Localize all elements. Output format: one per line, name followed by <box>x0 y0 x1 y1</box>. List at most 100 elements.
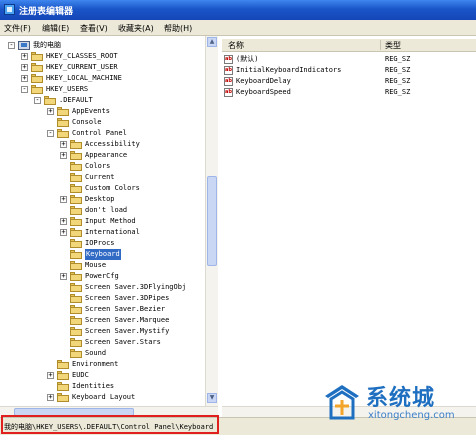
expand-plus-icon[interactable]: + <box>47 372 54 379</box>
tree-node[interactable]: Screen Saver.Marquee <box>0 315 205 326</box>
tree-node[interactable]: IOProcs <box>0 238 205 249</box>
tree-node-label[interactable]: Desktop <box>85 194 115 205</box>
tree-node-label[interactable]: Screen Saver.Stars <box>85 337 161 348</box>
tree-node[interactable]: Screen Saver.Mystify <box>0 326 205 337</box>
tree-node[interactable]: + Accessibility <box>0 139 205 150</box>
registry-value-row[interactable]: ab KeyboardSpeed REG_SZ <box>222 87 476 98</box>
tree-node[interactable]: - 我的电脑 <box>0 40 205 51</box>
collapse-minus-icon[interactable]: - <box>34 97 41 104</box>
tree-node[interactable]: Colors <box>0 161 205 172</box>
tree-node[interactable]: Screen Saver.3DPipes <box>0 293 205 304</box>
tree-node[interactable]: Sound <box>0 348 205 359</box>
tree-node-label[interactable]: Accessibility <box>85 139 140 150</box>
tree-node-label[interactable]: Screen Saver.Marquee <box>85 315 169 326</box>
tree-node-label[interactable]: Control Panel <box>72 128 127 139</box>
tree-node-label[interactable]: Input Method <box>85 216 136 227</box>
tree-node-label[interactable]: International <box>85 227 140 238</box>
tree-node[interactable]: Environment <box>0 359 205 370</box>
registry-value-row[interactable]: ab (默认) REG_SZ <box>222 54 476 65</box>
tree-node-label[interactable]: .DEFAULT <box>59 95 93 106</box>
tree-node-label[interactable]: Sound <box>85 348 106 359</box>
value-type: REG_SZ <box>385 77 411 85</box>
tree-node-label[interactable]: Screen Saver.3DPipes <box>85 293 169 304</box>
tree-node[interactable]: + AppEvents <box>0 106 205 117</box>
tree-node[interactable]: + HKEY_LOCAL_MACHINE <box>0 73 205 84</box>
expand-plus-icon[interactable]: + <box>47 394 54 401</box>
tree-node[interactable]: Identities <box>0 381 205 392</box>
column-divider[interactable] <box>380 40 381 50</box>
collapse-minus-icon[interactable]: - <box>8 42 15 49</box>
tree-node-label[interactable]: HKEY_LOCAL_MACHINE <box>46 73 122 84</box>
tree-node[interactable]: don't load <box>0 205 205 216</box>
tree-node-label[interactable]: Keyboard <box>85 249 121 260</box>
tree-node-label[interactable]: Mouse <box>85 260 106 271</box>
tree-node[interactable]: Screen Saver.3DFlyingObj <box>0 282 205 293</box>
menu-help[interactable]: 帮助(H) <box>164 23 192 34</box>
tree-node[interactable]: Keyboard <box>0 249 205 260</box>
expand-plus-icon[interactable]: + <box>21 75 28 82</box>
tree-node-label[interactable]: HKEY_CLASSES_ROOT <box>46 51 118 62</box>
tree-vertical-scrollbar[interactable]: ▲ ▼ <box>205 36 218 406</box>
tree-node-label[interactable]: HKEY_USERS <box>46 84 88 95</box>
tree-node[interactable]: + International <box>0 227 205 238</box>
column-header-name[interactable]: 名称 <box>228 40 244 51</box>
scroll-up-arrow-icon[interactable]: ▲ <box>207 37 217 47</box>
menu-edit[interactable]: 编辑(E) <box>42 23 69 34</box>
expand-plus-icon[interactable]: + <box>47 108 54 115</box>
tree-node[interactable]: + Desktop <box>0 194 205 205</box>
tree-node[interactable]: - Control Panel <box>0 128 205 139</box>
registry-value-row[interactable]: ab KeyboardDelay REG_SZ <box>222 76 476 87</box>
expand-plus-icon[interactable]: + <box>60 152 67 159</box>
collapse-minus-icon[interactable]: - <box>47 130 54 137</box>
tree-node-label[interactable]: Keyboard Layout <box>72 392 135 403</box>
tree-node-label[interactable]: Appearance <box>85 150 127 161</box>
registry-key-tree[interactable]: - 我的电脑 + HKEY_CLASSES_ROOT + HKEY_CURRENT_USE… <box>0 36 218 406</box>
tree-node-label[interactable]: Screen Saver.Mystify <box>85 326 169 337</box>
tree-node-label[interactable]: HKEY_CURRENT_USER <box>46 62 118 73</box>
menu-favorites[interactable]: 收藏夹(A) <box>118 23 154 34</box>
tree-node-label[interactable]: EUDC <box>72 370 89 381</box>
tree-node[interactable]: Current <box>0 172 205 183</box>
tree-node-label[interactable]: Console <box>72 117 102 128</box>
tree-node[interactable]: + Input Method <box>0 216 205 227</box>
tree-scroll-thumb[interactable] <box>207 176 217 266</box>
tree-node[interactable]: + EUDC <box>0 370 205 381</box>
tree-node[interactable]: Screen Saver.Stars <box>0 337 205 348</box>
tree-node-label[interactable]: Environment <box>72 359 118 370</box>
tree-node[interactable]: Custom Colors <box>0 183 205 194</box>
expand-plus-icon[interactable]: + <box>60 229 67 236</box>
tree-node[interactable]: - HKEY_USERS <box>0 84 205 95</box>
registry-value-row[interactable]: ab InitialKeyboardIndicators REG_SZ <box>222 65 476 76</box>
tree-node-label[interactable]: Screen Saver.Bezier <box>85 304 165 315</box>
scroll-down-arrow-icon[interactable]: ▼ <box>207 393 217 403</box>
tree-node[interactable]: + Appearance <box>0 150 205 161</box>
column-header-type[interactable]: 类型 <box>385 40 401 51</box>
tree-node[interactable]: + HKEY_CURRENT_USER <box>0 62 205 73</box>
tree-node-label[interactable]: PowerCfg <box>85 271 119 282</box>
tree-node[interactable]: Mouse <box>0 260 205 271</box>
tree-node-label[interactable]: Identities <box>72 381 114 392</box>
tree-node-label[interactable]: Current <box>85 172 115 183</box>
tree-node-label[interactable]: Colors <box>85 161 110 172</box>
tree-node[interactable]: - .DEFAULT <box>0 95 205 106</box>
expand-plus-icon[interactable]: + <box>60 218 67 225</box>
expand-plus-icon[interactable]: + <box>60 196 67 203</box>
tree-node-label[interactable]: AppEvents <box>72 106 110 117</box>
expand-plus-icon[interactable]: + <box>21 53 28 60</box>
tree-node-label[interactable]: don't load <box>85 205 127 216</box>
tree-node-label[interactable]: IOProcs <box>85 238 115 249</box>
menu-file[interactable]: 文件(F) <box>4 23 31 34</box>
menu-view[interactable]: 查看(V) <box>80 23 108 34</box>
tree-node-label[interactable]: Custom Colors <box>85 183 140 194</box>
tree-node-label[interactable]: 我的电脑 <box>33 40 61 51</box>
tree-node[interactable]: + Keyboard Layout <box>0 392 205 403</box>
tree-node[interactable]: + HKEY_CLASSES_ROOT <box>0 51 205 62</box>
expand-plus-icon[interactable]: + <box>60 273 67 280</box>
expand-plus-icon[interactable]: + <box>60 141 67 148</box>
collapse-minus-icon[interactable]: - <box>21 86 28 93</box>
tree-node[interactable]: + PowerCfg <box>0 271 205 282</box>
tree-node[interactable]: Screen Saver.Bezier <box>0 304 205 315</box>
expand-plus-icon[interactable]: + <box>21 64 28 71</box>
tree-node[interactable]: Console <box>0 117 205 128</box>
tree-node-label[interactable]: Screen Saver.3DFlyingObj <box>85 282 186 293</box>
